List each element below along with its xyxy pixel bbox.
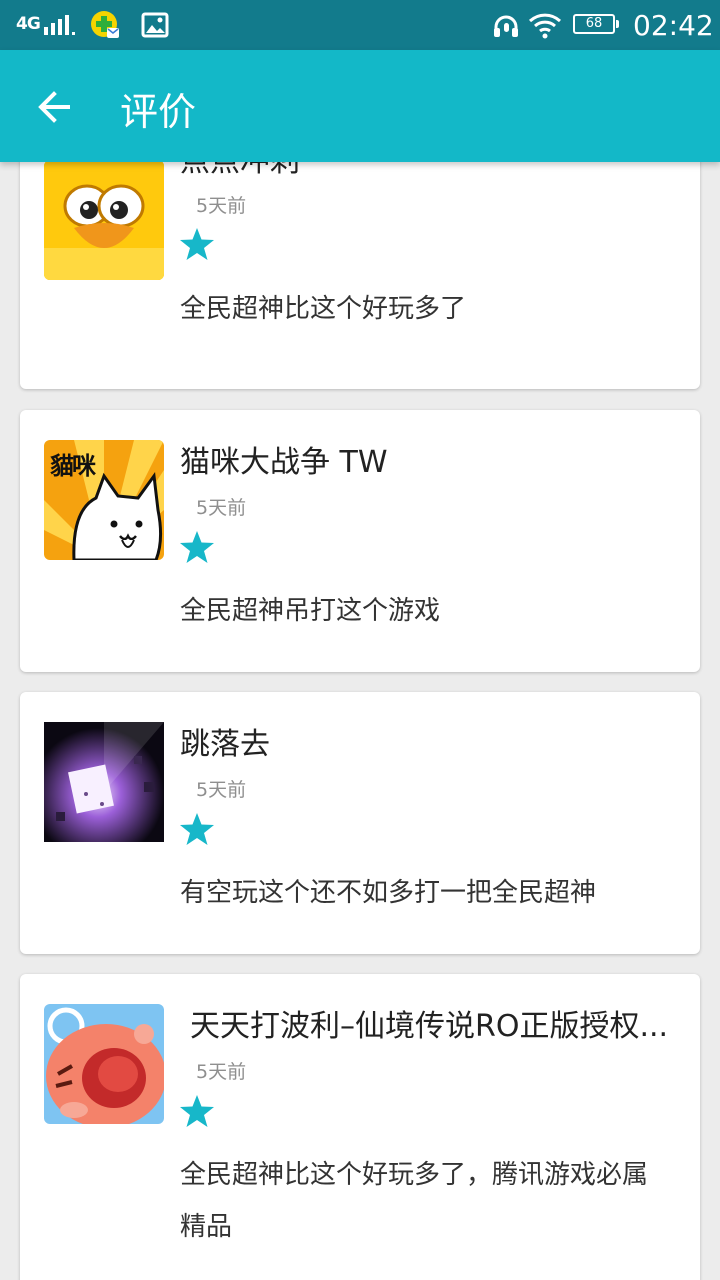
review-list[interactable]: 点点冲刺 5天前 全民超神比这个好玩多了 貓咪 猫咪大战争 TW 5天前 全民超… <box>0 162 720 1280</box>
review-card[interactable]: 跳落去 5天前 有空玩这个还不如多打一把全民超神 <box>20 692 700 954</box>
duck-face-icon <box>44 162 164 280</box>
poring-icon <box>44 1004 164 1124</box>
star-icon <box>180 228 214 260</box>
back-arrow-icon[interactable] <box>30 84 82 130</box>
review-time: 5天前 <box>196 779 247 801</box>
app-name[interactable]: 点点冲刺 <box>180 162 690 180</box>
cat-icon-text: 貓咪 <box>50 452 96 480</box>
review-card[interactable]: 点点冲刺 5天前 全民超神比这个好玩多了 <box>20 162 700 389</box>
app-bar: 评价 <box>0 50 720 162</box>
star-icon <box>180 1095 214 1127</box>
wifi-icon <box>528 13 562 39</box>
app-notification-icon <box>91 11 119 38</box>
review-card[interactable]: 天天打波利–仙境传说RO正版授权... 5天前 全民超神比这个好玩多了，腾讯游戏… <box>20 974 700 1280</box>
star-icon <box>180 531 214 563</box>
clock: 02:42 <box>633 9 714 42</box>
review-comment: 全民超神比这个好玩多了 <box>180 294 467 324</box>
network-type: 4G <box>16 14 41 34</box>
cat-icon: 貓咪 <box>44 440 164 560</box>
star-icon <box>180 813 214 845</box>
app-name[interactable]: 猫咪大战争 TW <box>180 437 690 481</box>
review-time: 5天前 <box>196 497 247 519</box>
image-icon <box>141 12 169 38</box>
status-bar: 4G 68 02:42 <box>0 0 720 50</box>
glowing-cube-icon <box>44 722 164 842</box>
page-title: 评价 <box>120 90 197 134</box>
review-comment: 全民超神比这个好玩多了，腾讯游戏必属精品 <box>180 1160 649 1242</box>
signal-icon <box>44 15 75 35</box>
battery-icon: 68 <box>573 14 619 34</box>
app-name[interactable]: 天天打波利–仙境传说RO正版授权... <box>190 1001 700 1045</box>
review-card[interactable]: 貓咪 猫咪大战争 TW 5天前 全民超神吊打这个游戏 <box>20 410 700 672</box>
review-time: 5天前 <box>196 1061 247 1083</box>
review-comment: 全民超神吊打这个游戏 <box>180 596 441 626</box>
app-name[interactable]: 跳落去 <box>180 719 690 763</box>
review-time: 5天前 <box>196 195 247 217</box>
review-comment: 有空玩这个还不如多打一把全民超神 <box>180 878 597 908</box>
headset-icon <box>494 15 518 37</box>
